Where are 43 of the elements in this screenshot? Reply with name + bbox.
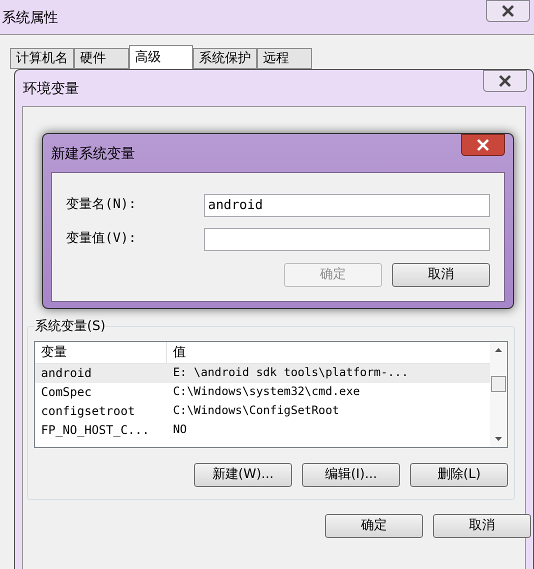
tab[interactable]: 系统保护 — [193, 48, 257, 69]
down-arrow-icon — [495, 436, 502, 440]
close-icon — [501, 5, 515, 17]
close-button[interactable] — [483, 70, 527, 92]
tab[interactable]: 计算机名 — [10, 48, 74, 69]
dialog-title: 新建系统变量 — [51, 145, 135, 164]
close-button[interactable] — [486, 0, 530, 22]
close-button[interactable] — [461, 134, 505, 156]
table-cell-text: configsetroot — [40, 403, 136, 420]
dialog-button[interactable]: 取消 — [433, 514, 531, 538]
close-icon — [498, 75, 512, 87]
group-label: 系统变量(S) — [34, 318, 106, 336]
table-row[interactable]: configsetroot C:\Windows\ConfigSetRoot — [35, 402, 490, 420]
up-arrow-icon — [495, 348, 502, 352]
dialog-title: 环境变量 — [23, 80, 79, 99]
table-cell-text: FP_NO_HOST_C... — [40, 422, 150, 439]
table-cell-text: ComSpec — [40, 384, 93, 401]
window-title: 系统属性 — [2, 9, 58, 28]
table-row[interactable]: android E: \android sdk tools\platform-... — [35, 364, 490, 382]
scrollbar[interactable] — [490, 342, 507, 446]
input-field[interactable] — [204, 228, 490, 250]
dialog-button[interactable]: 确定 — [325, 514, 423, 538]
table-row[interactable]: ComSpec C:\Windows\system32\cmd.exe — [35, 382, 490, 402]
tab[interactable]: 远程 — [257, 48, 312, 69]
close-icon — [476, 139, 490, 151]
table-cell-text: E: \android sdk tools\platform-... — [172, 364, 410, 382]
scroll-thumb[interactable] — [491, 376, 506, 392]
table-row[interactable]: FP_NO_HOST_C... NO — [35, 420, 490, 440]
field-label: 变量值(V): — [66, 230, 138, 248]
column-header[interactable]: 变量 — [35, 342, 167, 362]
table-cell-text: C:\Windows\ConfigSetRoot — [172, 402, 340, 420]
tab[interactable]: 高级 — [129, 45, 193, 69]
dialog-button[interactable]: 新建(W)... — [194, 462, 292, 486]
table-cell-text: C:\Windows\system32\cmd.exe — [172, 383, 361, 400]
dialog-button[interactable]: 编辑(I)... — [302, 462, 400, 486]
tab[interactable]: 硬件 — [74, 48, 129, 69]
dialog-button[interactable]: 删除(L) — [410, 462, 508, 486]
input-field[interactable]: android — [204, 194, 490, 216]
table-cell-text: android — [40, 365, 93, 382]
table-cell-text: NO — [172, 421, 188, 438]
field-label: 变量名(N): — [66, 196, 138, 214]
column-header[interactable]: 值 — [167, 342, 490, 362]
dialog-button[interactable]: 取消 — [392, 263, 490, 287]
